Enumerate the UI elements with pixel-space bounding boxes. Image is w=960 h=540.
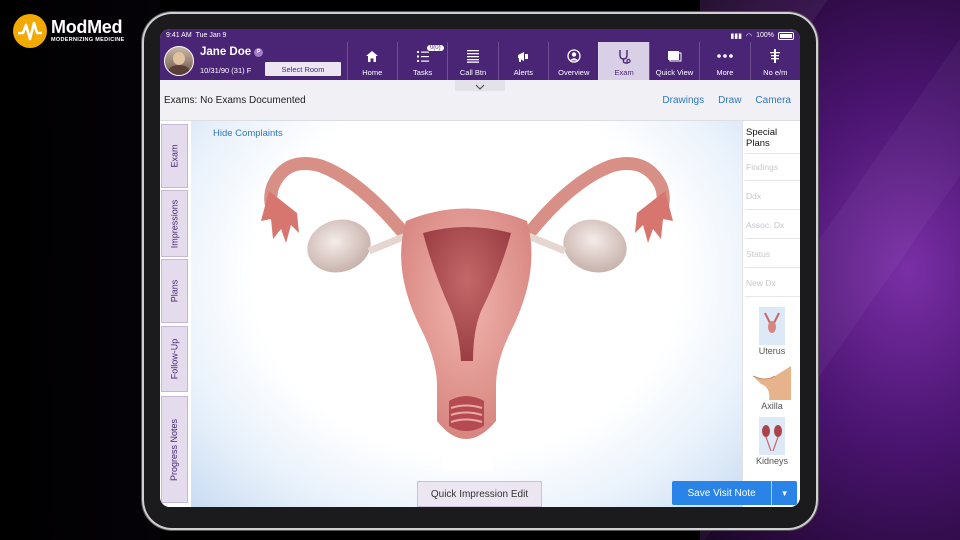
draw-link[interactable]: Draw	[718, 95, 741, 106]
home-icon	[364, 48, 380, 64]
avatar	[164, 46, 194, 76]
nav-no-em[interactable]: No e/m	[749, 42, 800, 80]
status-time: 9:41 AM	[166, 32, 192, 39]
status-bar: 9:41 AM Tue Jan 9 ▮▮▮ ◠ 100%	[160, 29, 800, 42]
findings-button[interactable]: Findings	[745, 155, 800, 181]
patient-name: Jane Doe	[200, 46, 252, 58]
megaphone-icon	[515, 48, 531, 64]
save-options-dropdown[interactable]: ▼	[771, 481, 797, 505]
tab-follow-up[interactable]: Follow-Up	[161, 326, 188, 392]
special-plans-button[interactable]: Special Plans	[745, 124, 800, 154]
anatomy-canvas[interactable]: Hide Complaints	[191, 121, 742, 507]
exams-status: Exams: No Exams Documented	[164, 95, 306, 106]
ddx-button[interactable]: Ddx	[745, 184, 800, 210]
person-circle-icon	[566, 48, 582, 64]
patient-badge: P	[254, 47, 264, 57]
nav-quick-view[interactable]: Quick View	[648, 42, 699, 80]
brand-tagline: MODERNIZING MEDICINE	[51, 37, 125, 44]
thumbnail-axilla[interactable]: Axilla	[747, 362, 797, 411]
call-button-icon	[465, 48, 481, 64]
wifi-icon: ◠	[745, 32, 753, 40]
exam-toolbar: Exams: No Exams Documented Drawings Draw…	[160, 80, 800, 121]
tasks-badge: 0(0)	[425, 44, 445, 52]
left-tab-bar: Exam Impressions Plans Follow-Up Progres…	[160, 121, 190, 507]
thumbnail-uterus[interactable]: Uterus	[747, 307, 797, 356]
uterus-anatomy-illustration[interactable]	[191, 121, 742, 507]
battery-percent: 100%	[756, 32, 774, 39]
axilla-thumbnail-icon	[751, 362, 793, 400]
quick-impression-edit-button[interactable]: Quick Impression Edit	[417, 481, 542, 507]
assoc-dx-button[interactable]: Assoc. Dx	[745, 213, 800, 239]
hide-complaints-link[interactable]: Hide Complaints	[213, 128, 283, 139]
logo-mark-icon	[13, 14, 47, 48]
kidneys-thumbnail-icon	[751, 417, 793, 455]
nav-exam[interactable]: Exam	[598, 42, 649, 80]
app-screen: 9:41 AM Tue Jan 9 ▮▮▮ ◠ 100% Jane Doe P …	[160, 29, 800, 507]
signal-icon: ▮▮▮	[730, 32, 742, 40]
tab-plans[interactable]: Plans	[161, 259, 188, 323]
quick-view-icon	[667, 48, 683, 64]
caret-down-icon: ▼	[780, 488, 789, 498]
nav-alerts[interactable]: Alerts	[497, 42, 548, 80]
nav-tasks[interactable]: 0(0) Tasks	[396, 42, 447, 80]
nav-call-button[interactable]: Call Btn	[447, 42, 497, 80]
more-dots-icon	[717, 48, 733, 64]
nav-home[interactable]: Home	[346, 42, 397, 80]
status-button[interactable]: Status	[745, 242, 800, 268]
status-date: Tue Jan 9	[195, 32, 227, 39]
collapse-header-button[interactable]	[455, 80, 505, 91]
uterus-thumbnail-icon	[751, 307, 793, 345]
save-visit-note-button[interactable]: Save Visit Note ▼	[672, 481, 797, 505]
em-icon	[767, 48, 783, 64]
patient-dob: 10/31/90 (31) F	[200, 66, 252, 75]
top-navigation: Jane Doe P 10/31/90 (31) F Select Room H…	[160, 42, 800, 80]
modmed-logo: ModMed MODERNIZING MEDICINE	[13, 13, 125, 49]
camera-link[interactable]: Camera	[755, 95, 791, 106]
drawings-link[interactable]: Drawings	[662, 95, 704, 106]
tab-exam[interactable]: Exam	[161, 124, 188, 188]
battery-icon	[778, 31, 794, 40]
brand-name: ModMed	[51, 17, 123, 38]
nav-overview[interactable]: Overview	[548, 42, 598, 80]
nav-more[interactable]: More	[699, 42, 749, 80]
save-visit-note-label[interactable]: Save Visit Note	[672, 481, 771, 505]
select-room-button[interactable]: Select Room	[265, 62, 341, 76]
thumbnail-kidneys[interactable]: Kidneys	[747, 417, 797, 466]
stethoscope-icon	[616, 48, 632, 64]
tab-progress-notes[interactable]: Progress Notes	[161, 396, 188, 503]
right-panel: Special Plans Findings Ddx Assoc. Dx Sta…	[742, 121, 800, 507]
background-left	[0, 0, 160, 540]
chevron-down-icon	[475, 77, 485, 95]
tab-impressions[interactable]: Impressions	[161, 190, 188, 257]
new-dx-button[interactable]: New Dx	[745, 271, 800, 297]
patient-header[interactable]: Jane Doe P 10/31/90 (31) F Select Room	[160, 42, 347, 80]
